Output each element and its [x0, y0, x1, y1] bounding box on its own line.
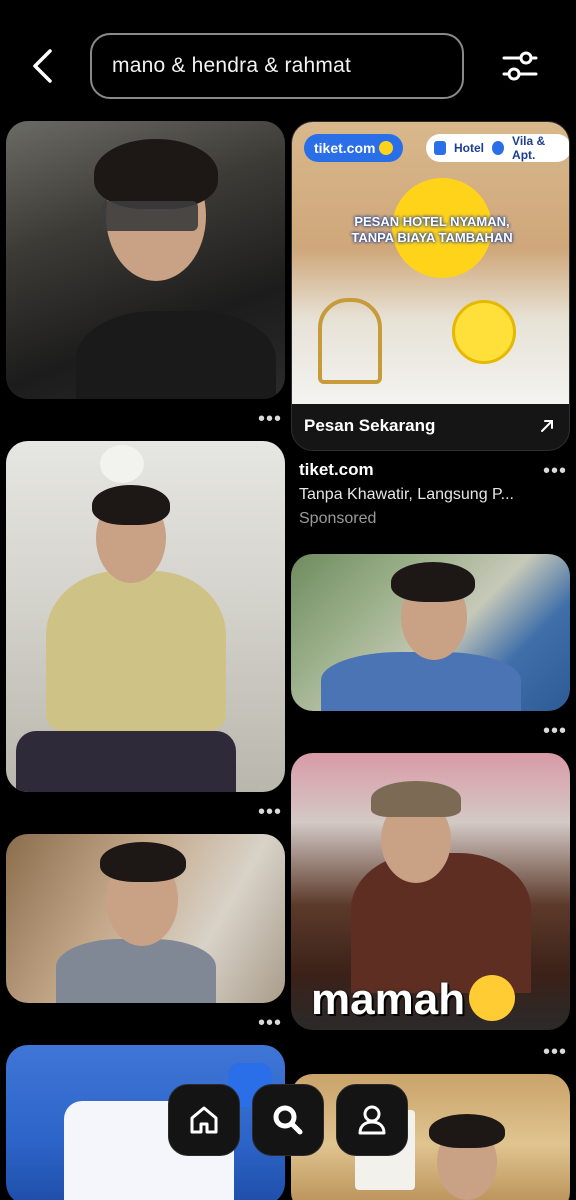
ad-headline-line-2: TANPA BIAYA TAMBAHAN [351, 230, 513, 245]
ad-headline-line-1: PESAN HOTEL NYAMAN, [354, 214, 510, 229]
profile-icon [358, 1105, 386, 1135]
nav-search-button[interactable] [252, 1084, 324, 1156]
crying-face-icon [469, 975, 516, 1022]
pin-image[interactable] [6, 834, 285, 1003]
category-chip: Hotel Vila & Apt. [426, 134, 569, 162]
chevron-left-icon [33, 49, 52, 83]
pin-more-button[interactable]: ••• [543, 461, 567, 481]
villa-icon [492, 141, 505, 155]
search-input[interactable]: mano & hendra & rahmat [90, 33, 464, 99]
luggage-cart [318, 298, 382, 384]
back-button[interactable] [22, 44, 62, 88]
flower-garland [46, 571, 226, 731]
hair [391, 562, 475, 602]
ad-meta: tiket.com Tanpa Khawatir, Langsung P... … [299, 460, 539, 528]
sponsored-label: Sponsored [299, 510, 377, 527]
search-query: mano & hendra & rahmat [112, 54, 352, 77]
hair [94, 139, 218, 209]
tiket-logo-text: tiket.com [314, 140, 376, 156]
camo-shirt [56, 939, 216, 1003]
denim-jacket [321, 652, 521, 711]
batik-cloth [16, 731, 236, 792]
ad-image: tiket.com Hotel Vila & Apt. PESAN HOTEL … [292, 122, 569, 404]
person-figure [76, 311, 276, 399]
arrow-up-right-icon [541, 420, 553, 432]
pin-more-button[interactable]: ••• [258, 1013, 282, 1033]
leather-jacket [351, 853, 531, 993]
pin-image[interactable] [291, 554, 570, 711]
nav-home-button[interactable] [168, 1084, 240, 1156]
tiket-dot-icon [379, 141, 394, 155]
pin-more-button[interactable]: ••• [543, 1042, 567, 1062]
chip-vila-label: Vila & Apt. [512, 134, 546, 162]
pin-more-button[interactable]: ••• [543, 721, 567, 741]
pin-image[interactable] [6, 1045, 285, 1200]
hair [429, 1114, 505, 1148]
sunglasses [102, 201, 198, 231]
top-bar: mano & hendra & rahmat [0, 0, 576, 120]
ad-description: Tanpa Khawatir, Langsung P... [299, 486, 514, 503]
nav-profile-button[interactable] [336, 1084, 408, 1156]
hotel-icon [434, 141, 447, 155]
pin-more-button[interactable]: ••• [258, 409, 282, 429]
chip-hotel-label: Hotel [454, 141, 485, 155]
home-icon [190, 1106, 218, 1134]
hair [100, 842, 186, 882]
ad-cta-button[interactable]: Pesan Sekarang [304, 416, 435, 436]
sponsored-pin[interactable]: tiket.com Hotel Vila & Apt. PESAN HOTEL … [291, 121, 570, 451]
pin-image[interactable] [291, 1074, 570, 1200]
mascot-figure [452, 300, 516, 364]
pin-image[interactable]: mamah [291, 753, 570, 1030]
search-icon [273, 1105, 303, 1135]
flat-cap [371, 781, 461, 817]
pin-more-button[interactable]: ••• [258, 802, 282, 822]
sliders-icon [502, 51, 538, 81]
meme-caption: mamah [311, 975, 516, 1025]
tiket-logo: tiket.com [304, 134, 404, 162]
pin-image[interactable] [6, 441, 285, 792]
ad-headline: PESAN HOTEL NYAMAN, TANPA BIAYA TAMBAHAN [332, 214, 532, 246]
hair [92, 485, 170, 525]
water-pot [100, 445, 144, 483]
filter-button[interactable] [500, 48, 540, 84]
pin-image[interactable] [6, 121, 285, 399]
ad-brand[interactable]: tiket.com [299, 460, 539, 480]
meme-caption-text: mamah [311, 975, 466, 1024]
